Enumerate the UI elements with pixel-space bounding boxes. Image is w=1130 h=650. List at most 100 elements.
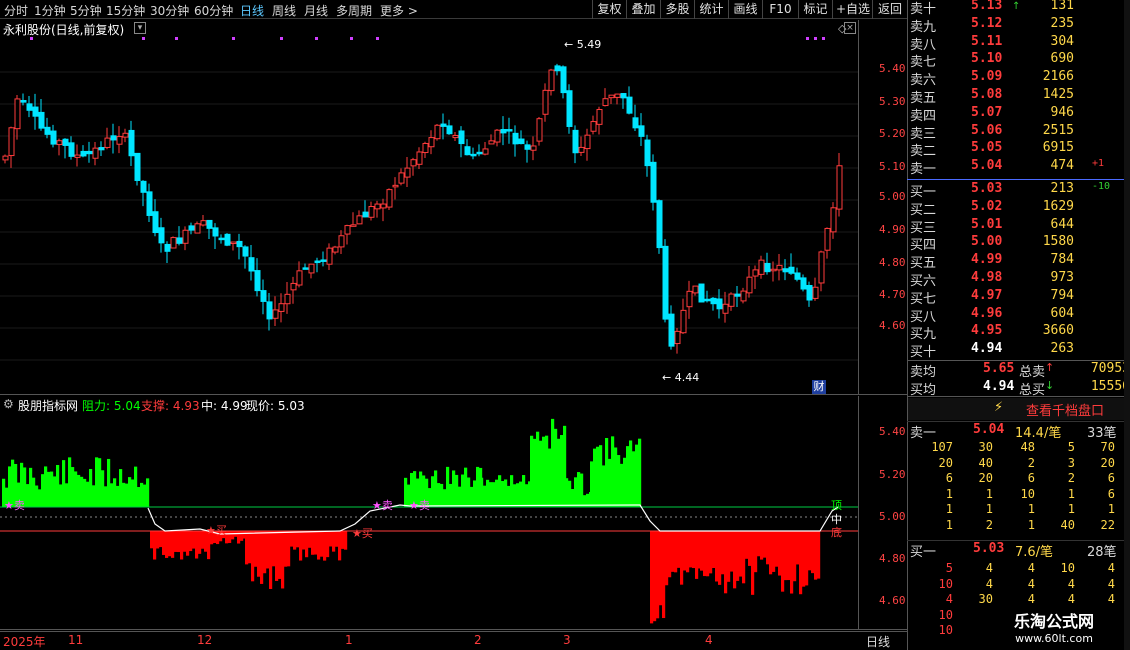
- indicator-bar: [153, 531, 157, 560]
- bid-row[interactable]: 买三 5.01 644: [907, 217, 1130, 236]
- candle-body: [572, 129, 579, 154]
- candle-body: [116, 136, 123, 145]
- period-tab-60min[interactable]: 60分钟: [194, 2, 233, 19]
- level-label: 卖八: [910, 37, 937, 53]
- restore-rights-button[interactable]: 复权: [592, 0, 626, 19]
- level-label: 卖一: [910, 162, 937, 178]
- period-tab-30min[interactable]: 30分钟: [150, 2, 189, 19]
- bid-row[interactable]: 买二 5.02 1629: [907, 198, 1130, 218]
- period-tab-15min[interactable]: 15分钟: [106, 2, 145, 19]
- indicator-bar: [137, 487, 141, 507]
- candle-body: [470, 153, 477, 157]
- indicator-bar: [718, 531, 722, 585]
- indicator-bar: [608, 458, 612, 507]
- ask-row[interactable]: 卖二 5.05 6915: [907, 140, 1130, 159]
- indicator-bar: [434, 470, 438, 507]
- depth-sell-per-trade: 14.4/笔: [1015, 426, 1062, 441]
- f10-button[interactable]: F10: [762, 0, 798, 19]
- period-tab-monthly[interactable]: 月线: [304, 2, 328, 19]
- depth-cell: 1: [1027, 517, 1035, 532]
- ask-row[interactable]: 卖七 5.10 690: [907, 51, 1130, 71]
- ask-row[interactable]: 卖三 5.06 2515: [907, 123, 1130, 142]
- depth-button-row[interactable]: ⚡ 查看千档盘口: [908, 398, 1124, 420]
- period-toolbar: 分时 1分钟 5分钟 15分钟 30分钟 60分钟 日线 周线 月线 多周期 更…: [0, 0, 907, 19]
- depth-cell: 6: [1107, 471, 1115, 485]
- indicator-bar: [721, 531, 725, 575]
- add-watchlist-button[interactable]: +自选: [832, 0, 872, 19]
- indicator-bar: [165, 531, 169, 558]
- ask-row[interactable]: 卖五 5.08 1425: [907, 87, 1130, 106]
- candle-body: [776, 264, 783, 271]
- period-tab-weekly[interactable]: 周线: [272, 2, 296, 19]
- ask-row[interactable]: 卖九 5.12 235: [907, 16, 1130, 35]
- indicator-bar: [237, 531, 241, 544]
- draw-line-button[interactable]: 画线: [728, 0, 762, 19]
- level-label: 买五: [910, 256, 937, 272]
- level-price: 5.07: [971, 104, 1003, 120]
- bid-row[interactable]: 买七 4.97 794: [907, 288, 1130, 307]
- period-tab-daily[interactable]: 日线: [240, 2, 264, 19]
- depth-cell: 22: [1100, 517, 1115, 532]
- bid-row[interactable]: 买一 5.03 213 -10: [907, 181, 1130, 200]
- ask-row[interactable]: 卖八 5.11 304: [907, 34, 1130, 53]
- candle-body: [476, 151, 483, 155]
- bid-row[interactable]: 买九 4.95 3660: [907, 323, 1130, 342]
- depth-cell: 1: [1027, 502, 1035, 516]
- multi-stock-button[interactable]: 多股: [660, 0, 694, 19]
- indicator-bar: [146, 478, 150, 507]
- period-tab-timeshare[interactable]: 分时: [4, 2, 28, 19]
- view-depth-button[interactable]: 查看千档盘口: [1026, 400, 1104, 419]
- indicator-bar: [314, 531, 318, 555]
- indicator-bar: [119, 469, 123, 507]
- candle-body: [206, 219, 213, 229]
- overlay-button[interactable]: 叠加: [626, 0, 660, 19]
- level-volume: 131: [1050, 0, 1074, 13]
- level-delta: -10: [1092, 181, 1111, 192]
- indicator-bar: [498, 475, 502, 507]
- candle-body: [158, 227, 165, 244]
- candle-body: [488, 140, 495, 145]
- depth-cell: 4: [1067, 576, 1075, 591]
- period-tab-more[interactable]: 更多 >: [380, 2, 418, 19]
- bid-row[interactable]: 买四 5.00 1580: [907, 234, 1130, 253]
- indicator-bar: [530, 435, 534, 507]
- indicator-bar: [483, 485, 487, 507]
- indicator-bar: [626, 446, 630, 507]
- level-price: 5.13: [971, 0, 1003, 13]
- bid-row[interactable]: 买五 4.99 784: [907, 252, 1130, 272]
- candle-body: [614, 93, 621, 98]
- candle-body: [722, 303, 729, 314]
- level-label: 卖七: [910, 55, 937, 71]
- signal-marker: [232, 37, 235, 40]
- price-trace: [147, 504, 839, 535]
- period-tab-multi[interactable]: 多周期: [336, 2, 372, 19]
- indicator-bar: [599, 445, 603, 507]
- depth-cell: 4: [945, 592, 953, 606]
- bid-row[interactable]: 买八 4.96 604: [907, 306, 1130, 325]
- bid-row[interactable]: 买十 4.94 263: [907, 341, 1130, 360]
- candle-body: [236, 240, 243, 248]
- candle-body: [734, 293, 741, 297]
- indicator-bar: [683, 531, 687, 571]
- ask-row[interactable]: 卖六 5.09 2166: [907, 69, 1130, 88]
- period-tab-5min[interactable]: 5分钟: [70, 2, 102, 19]
- period-tab-1min[interactable]: 1分钟: [34, 2, 66, 19]
- candle-body: [644, 139, 651, 167]
- mark-button[interactable]: 标记: [798, 0, 832, 19]
- indicator-bar: [326, 531, 330, 558]
- ask-row[interactable]: 卖四 5.07 946: [907, 104, 1130, 124]
- statistics-button[interactable]: 统计: [694, 0, 728, 19]
- indicator-bar: [632, 451, 636, 507]
- depth-cell: 6: [945, 471, 953, 485]
- candle-body: [26, 103, 33, 111]
- period-indicator[interactable]: 日线: [866, 633, 890, 650]
- candle-body: [752, 269, 759, 277]
- back-button[interactable]: 返回: [872, 0, 907, 19]
- signal-marker: [822, 37, 825, 40]
- level-volume: 1629: [1042, 198, 1074, 214]
- candle-body: [266, 301, 273, 320]
- ask-row[interactable]: 卖一 5.04 474 +1: [907, 158, 1130, 178]
- signal-text: 卖: [13, 499, 25, 512]
- candle-body: [200, 220, 207, 226]
- bid-row[interactable]: 买六 4.98 973: [907, 270, 1130, 289]
